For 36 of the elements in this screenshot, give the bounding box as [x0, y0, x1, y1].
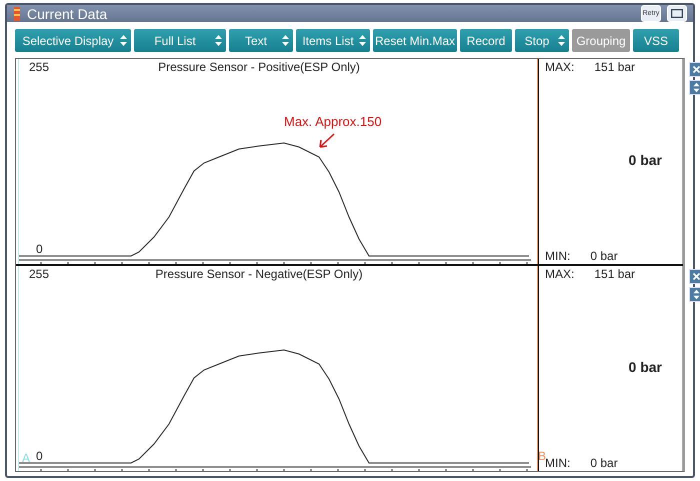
min-value: 0 bar: [590, 249, 618, 263]
axis-label: 255: [29, 267, 50, 281]
close-button[interactable]: [689, 269, 700, 284]
graph-title: Pressure Sensor - Positive(ESP Only): [158, 60, 360, 74]
toolbar-button[interactable]: VSS: [633, 29, 679, 52]
maximize-button[interactable]: [667, 5, 687, 22]
arrow: [319, 133, 335, 148]
cursor-label: B: [538, 449, 546, 463]
status-icon: [13, 6, 21, 20]
min-label: MIN:: [545, 456, 570, 470]
axis-label: 0: [36, 243, 43, 255]
toolbar-button[interactable]: Items List: [296, 29, 370, 52]
min-value: 0 bar: [590, 456, 618, 470]
max-value: 151 bar: [594, 60, 636, 74]
close-button[interactable]: [689, 62, 700, 77]
graph-title: Pressure Sensor - Negative(ESP Only): [155, 267, 363, 281]
min-label: MIN:: [545, 249, 570, 263]
toolbar-button[interactable]: Record: [460, 29, 512, 52]
toolbar-button[interactable]: Text: [229, 29, 293, 52]
current-value: 0 bar: [628, 152, 662, 168]
toolbar-button[interactable]: Reset Min.Max: [373, 29, 457, 52]
cursor-label: A: [22, 451, 30, 465]
max-label: MAX:: [545, 267, 574, 281]
annotation: Max. Approx.150: [284, 114, 382, 129]
resize-button[interactable]: [689, 287, 700, 302]
window-title: Current Data: [27, 6, 108, 22]
window-icon: [671, 9, 683, 18]
resize-button[interactable]: [689, 80, 700, 95]
axis-label: 255: [29, 60, 50, 74]
max-label: MAX:: [545, 60, 574, 74]
toolbar-button[interactable]: Stop: [515, 29, 569, 52]
axis-label: 0: [36, 450, 43, 462]
toolbar-button[interactable]: Selective Display: [15, 29, 131, 52]
current-value: 0 bar: [628, 359, 662, 375]
max-value: 151 bar: [594, 267, 636, 281]
toolbar-button[interactable]: Full List: [134, 29, 226, 52]
